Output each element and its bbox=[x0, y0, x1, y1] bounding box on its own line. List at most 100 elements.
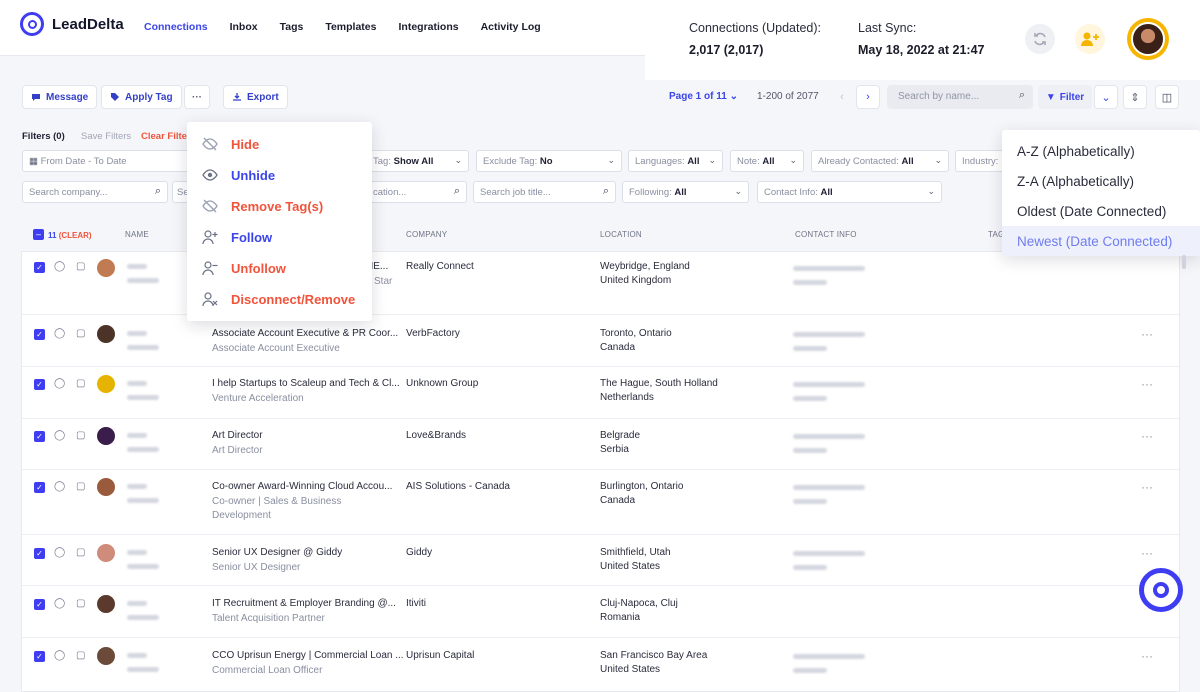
table-row[interactable]: ✓ ◯ ▢ Senior UX Designer @ Giddy Senior … bbox=[22, 535, 1181, 586]
tag-filter[interactable]: Tag: Show All ⌄ bbox=[366, 150, 469, 172]
nav-activity-log[interactable]: Activity Log bbox=[481, 21, 541, 33]
table-row[interactable]: ✓ ◯ ▢ Art Director Art Director Love&Bra… bbox=[22, 419, 1181, 470]
note-icon[interactable]: ▢ bbox=[76, 481, 85, 492]
note-icon[interactable]: ▢ bbox=[76, 547, 85, 558]
exclude-tag-filter[interactable]: Exclude Tag: No ⌄ bbox=[476, 150, 622, 172]
row-more-button[interactable]: ··· bbox=[1141, 327, 1153, 341]
row-checkbox[interactable]: ✓ bbox=[34, 548, 45, 559]
sort-option-newest[interactable]: Newest (Date Connected) bbox=[1002, 226, 1200, 256]
nav-tags[interactable]: Tags bbox=[280, 21, 304, 33]
row-checkbox[interactable]: ✓ bbox=[34, 431, 45, 442]
row-country: United States bbox=[600, 561, 661, 572]
clear-filters-link[interactable]: Clear Filte bbox=[141, 131, 187, 142]
header-company[interactable]: COMPANY bbox=[406, 230, 447, 239]
job-title-search-input[interactable]: Search job title... ⌕ bbox=[473, 181, 616, 203]
row-checkbox[interactable]: ✓ bbox=[34, 262, 45, 273]
avatar[interactable] bbox=[97, 544, 115, 562]
note-icon[interactable]: ▢ bbox=[76, 261, 85, 272]
row-more-button[interactable]: ··· bbox=[1141, 649, 1153, 663]
menu-follow[interactable]: Follow bbox=[201, 228, 272, 246]
row-more-button[interactable]: ··· bbox=[1141, 480, 1153, 494]
date-range-filter[interactable]: ▦ From Date - To Date bbox=[22, 150, 190, 172]
avatar[interactable] bbox=[97, 595, 115, 613]
row-more-button[interactable]: ··· bbox=[1141, 429, 1153, 443]
header-contact-info[interactable]: CONTACT INFO bbox=[795, 230, 857, 239]
add-connection-button[interactable] bbox=[1075, 24, 1105, 54]
menu-disconnect[interactable]: Disconnect/Remove bbox=[201, 290, 355, 308]
note-icon[interactable]: ▢ bbox=[76, 650, 85, 661]
chat-icon[interactable]: ◯ bbox=[54, 481, 65, 492]
export-button[interactable]: Export bbox=[223, 85, 288, 109]
nav-inbox[interactable]: Inbox bbox=[230, 21, 258, 33]
table-row[interactable]: ✓ ◯ ▢ Associate Account Executive & PR C… bbox=[22, 315, 1181, 367]
table-row[interactable]: ✓ ◯ ▢ IT Recruitment & Employer Branding… bbox=[22, 586, 1181, 638]
row-more-button[interactable]: ··· bbox=[1141, 377, 1153, 391]
more-actions-button[interactable]: ··· bbox=[184, 85, 210, 109]
avatar[interactable] bbox=[97, 478, 115, 496]
note-icon[interactable]: ▢ bbox=[76, 328, 85, 339]
menu-remove-tags[interactable]: Remove Tag(s) bbox=[201, 197, 323, 215]
table-row[interactable]: ✓ ◯ ▢ I help Startups to Scaleup and Tec… bbox=[22, 367, 1181, 419]
header-name[interactable]: NAME bbox=[125, 230, 149, 239]
chat-icon[interactable]: ◯ bbox=[54, 328, 65, 339]
menu-hide[interactable]: Hide bbox=[201, 135, 259, 153]
next-page-button[interactable]: › bbox=[856, 85, 880, 109]
avatar[interactable] bbox=[97, 259, 115, 277]
prev-page-button[interactable]: ‹ bbox=[830, 85, 854, 109]
filter-dropdown-button[interactable]: ⌄ bbox=[1094, 85, 1118, 109]
table-row[interactable]: ✓ ◯ ▢ CCO Uprisun Energy | Commercial Lo… bbox=[22, 638, 1181, 692]
row-checkbox[interactable]: ✓ bbox=[34, 599, 45, 610]
avatar[interactable] bbox=[97, 427, 115, 445]
contact-info-filter[interactable]: Contact Info: All ⌄ bbox=[757, 181, 942, 203]
sort-option-a-z[interactable]: A-Z (Alphabetically) bbox=[1002, 136, 1200, 166]
chat-icon[interactable]: ◯ bbox=[54, 547, 65, 558]
row-checkbox[interactable]: ✓ bbox=[34, 482, 45, 493]
brand-logo[interactable]: LeadDelta bbox=[20, 12, 124, 36]
note-icon[interactable]: ▢ bbox=[76, 378, 85, 389]
header-location[interactable]: LOCATION bbox=[600, 230, 642, 239]
leaddelta-assistant-button[interactable] bbox=[1139, 568, 1183, 612]
menu-unhide[interactable]: Unhide bbox=[201, 166, 275, 184]
row-checkbox[interactable]: ✓ bbox=[34, 651, 45, 662]
sort-option-oldest[interactable]: Oldest (Date Connected) bbox=[1002, 196, 1200, 226]
filter-button[interactable]: ▼ Filter bbox=[1038, 85, 1092, 109]
avatar[interactable] bbox=[97, 325, 115, 343]
user-avatar[interactable] bbox=[1127, 18, 1169, 60]
row-checkbox[interactable]: ✓ bbox=[34, 379, 45, 390]
page-selector[interactable]: Page 1 of 11 ⌄ bbox=[669, 91, 738, 102]
select-all-checkbox[interactable]: – bbox=[33, 229, 44, 240]
nav-connections[interactable]: Connections bbox=[144, 21, 208, 33]
avatar[interactable] bbox=[97, 375, 115, 393]
table-scrollbar[interactable] bbox=[1182, 255, 1186, 269]
note-filter[interactable]: Note: All ⌄ bbox=[730, 150, 804, 172]
sort-option-z-a[interactable]: Z-A (Alphabetically) bbox=[1002, 166, 1200, 196]
chat-icon[interactable]: ◯ bbox=[54, 378, 65, 389]
following-filter[interactable]: Following: All ⌄ bbox=[622, 181, 749, 203]
row-more-button[interactable]: ··· bbox=[1141, 546, 1153, 560]
note-icon[interactable]: ▢ bbox=[76, 598, 85, 609]
languages-filter[interactable]: Languages: All ⌄ bbox=[628, 150, 723, 172]
name-search-input[interactable]: Search by name... ⌕ bbox=[887, 85, 1033, 109]
nav-templates[interactable]: Templates bbox=[325, 21, 376, 33]
avatar[interactable] bbox=[97, 647, 115, 665]
company-search-input[interactable]: Search company... ⌕ bbox=[22, 181, 168, 203]
apply-tag-button[interactable]: Apply Tag bbox=[101, 85, 182, 109]
chat-icon[interactable]: ◯ bbox=[54, 430, 65, 441]
columns-button[interactable]: ◫ bbox=[1155, 85, 1179, 109]
already-contacted-filter[interactable]: Already Contacted: All ⌄ bbox=[811, 150, 949, 172]
message-button[interactable]: Message bbox=[22, 85, 98, 109]
menu-unfollow[interactable]: Unfollow bbox=[201, 259, 286, 277]
chat-icon[interactable]: ◯ bbox=[54, 261, 65, 272]
chat-icon[interactable]: ◯ bbox=[54, 650, 65, 661]
sort-button[interactable]: ⇕ bbox=[1123, 85, 1147, 109]
nav-integrations[interactable]: Integrations bbox=[399, 21, 459, 33]
row-checkbox[interactable]: ✓ bbox=[34, 329, 45, 340]
note-icon[interactable]: ▢ bbox=[76, 430, 85, 441]
save-filters-link[interactable]: Save Filters bbox=[81, 131, 131, 142]
chat-icon[interactable]: ◯ bbox=[54, 598, 65, 609]
row-subtitle: Venture Acceleration bbox=[212, 393, 304, 404]
sync-button[interactable] bbox=[1025, 24, 1055, 54]
clear-selection-link[interactable]: (CLEAR) bbox=[59, 231, 92, 240]
location-search-input[interactable]: cation... ⌕ bbox=[366, 181, 467, 203]
table-row[interactable]: ✓ ◯ ▢ Co-owner Award-Winning Cloud Accou… bbox=[22, 470, 1181, 535]
